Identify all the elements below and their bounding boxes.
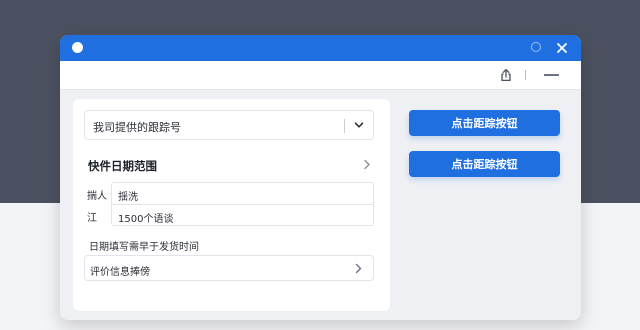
field-label: 江 (87, 213, 97, 224)
toolbar (60, 61, 581, 90)
date-range-title: 快件日期范围 (88, 159, 157, 173)
toolbar-separator (525, 70, 526, 80)
app-window: 我司提供的跟踪号 快件日期范围 揣人 揺洗 江 1500个语谈 日期填写需早于发… (60, 35, 581, 320)
track-button-secondary[interactable]: 点击距踪按钮 (409, 151, 560, 177)
tracking-number-select[interactable]: 我司提供的跟踪号 (84, 110, 374, 140)
title-bar (60, 35, 581, 61)
date-note: 日期填写需早于发货时间 (89, 242, 199, 253)
review-label: 评价信息捧傍 (90, 267, 150, 278)
restore-icon[interactable] (531, 42, 541, 52)
close-icon[interactable] (555, 41, 569, 55)
field-row: 江 1500个语谈 (84, 204, 374, 226)
minimize-icon[interactable] (544, 74, 559, 76)
field-table: 揣人 揺洗 江 1500个语谈 (84, 182, 374, 226)
chevron-right-icon[interactable] (362, 159, 372, 170)
form-panel: 我司提供的跟踪号 快件日期范围 揣人 揺洗 江 1500个语谈 日期填写需早于发… (73, 99, 390, 311)
share-icon[interactable] (499, 68, 513, 82)
review-info-row[interactable]: 评价信息捧傍 (84, 255, 374, 281)
chevron-down-icon[interactable] (353, 119, 365, 131)
tracking-select-label: 我司提供的跟踪号 (93, 121, 181, 134)
field-value-input[interactable]: 揺洗 (111, 182, 374, 204)
select-divider (344, 119, 345, 133)
field-label: 揣人 (87, 191, 107, 202)
field-value-input[interactable]: 1500个语谈 (111, 204, 374, 226)
field-row: 揣人 揺洗 (84, 182, 374, 204)
app-dot-icon (72, 42, 83, 53)
chevron-right-icon (355, 263, 362, 274)
track-button-primary[interactable]: 点击距踪按钮 (409, 110, 560, 136)
